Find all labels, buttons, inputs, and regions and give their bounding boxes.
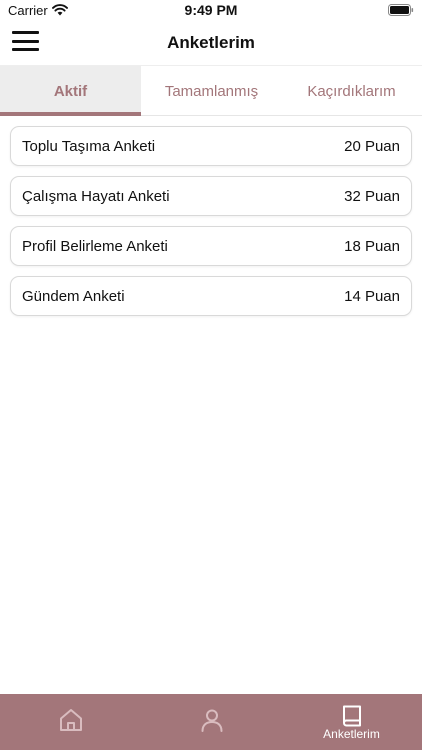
tab-label: Anketlerim: [323, 727, 380, 741]
page-title: Anketlerim: [167, 33, 255, 52]
survey-points: 18 Puan: [344, 238, 400, 255]
tab-completed-surveys[interactable]: Tamamlanmış: [141, 66, 282, 116]
home-icon: [60, 709, 82, 731]
survey-card[interactable]: Çalışma Hayatı Anketi 32 Puan: [10, 176, 412, 216]
navigation-bar: Anketlerim: [0, 22, 422, 66]
book-icon: [343, 705, 361, 727]
clock: 9:49 PM: [184, 2, 238, 18]
survey-card[interactable]: Gündem Anketi 14 Puan: [10, 276, 412, 316]
survey-name: Gündem Anketi: [22, 288, 125, 305]
tab-label: Kaçırdıklarım: [307, 82, 396, 100]
tab-missed-surveys[interactable]: Kaçırdıklarım: [281, 66, 422, 116]
battery-icon: [388, 4, 414, 16]
survey-name: Çalışma Hayatı Anketi: [22, 188, 170, 205]
survey-list: Toplu Taşıma Anketi 20 Puan Çalışma Haya…: [10, 126, 412, 326]
tab-label: Tamamlanmış: [164, 82, 259, 100]
survey-tabs: Aktif Tamamlanmış Kaçırdıklarım: [0, 66, 422, 116]
survey-card[interactable]: Toplu Taşıma Anketi 20 Puan: [10, 126, 412, 166]
tab-my-surveys[interactable]: Anketlerim: [281, 694, 422, 750]
person-icon: [201, 709, 223, 732]
status-bar: Carrier 9:49 PM: [0, 0, 422, 22]
tab-selection-indicator: [0, 112, 141, 116]
bottom-tab-bar: Anketlerim: [0, 694, 422, 750]
survey-card[interactable]: Profil Belirleme Anketi 18 Puan: [10, 226, 412, 266]
survey-name: Profil Belirleme Anketi: [22, 238, 168, 255]
survey-points: 32 Puan: [344, 188, 400, 205]
survey-points: 20 Puan: [344, 138, 400, 155]
hamburger-menu-icon[interactable]: [12, 31, 39, 51]
tab-home[interactable]: [0, 694, 141, 750]
tab-label: Aktif: [53, 82, 88, 100]
survey-points: 14 Puan: [344, 288, 400, 305]
tab-active-surveys[interactable]: Aktif: [0, 66, 141, 116]
tab-profile[interactable]: [141, 694, 282, 750]
survey-name: Toplu Taşıma Anketi: [22, 138, 156, 155]
